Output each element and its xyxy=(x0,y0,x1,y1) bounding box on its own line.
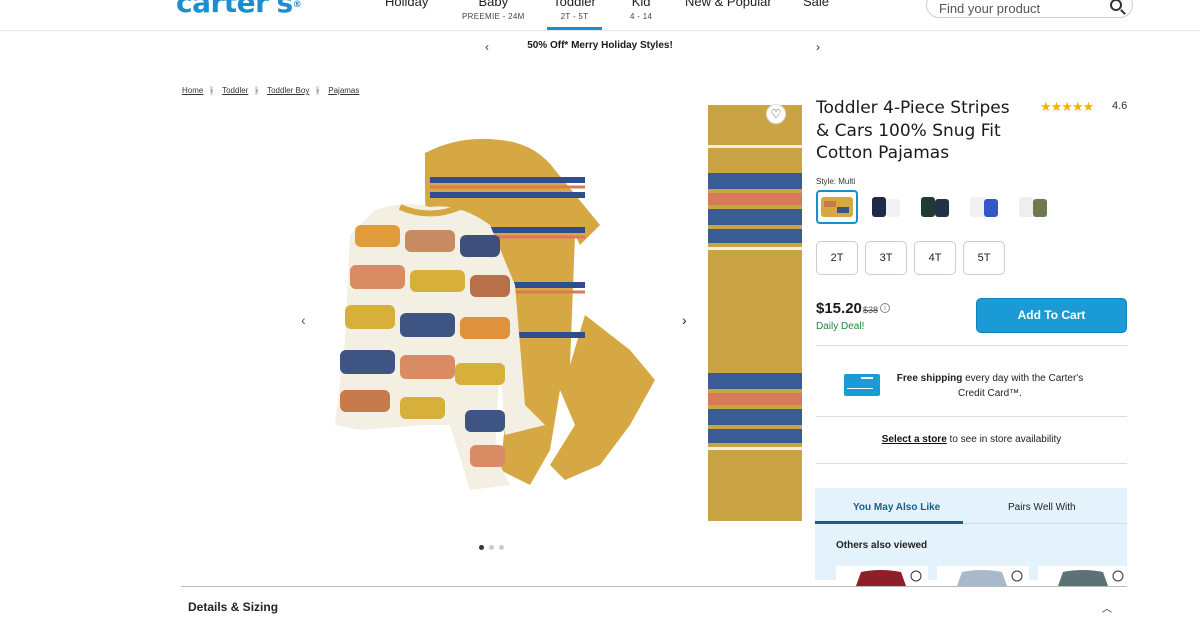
add-to-cart-button[interactable]: Add To Cart xyxy=(976,298,1127,333)
carters-logo[interactable]: carter's® xyxy=(176,0,302,19)
others-also-viewed-heading: Others also viewed xyxy=(836,540,928,551)
rating-stars-icon[interactable]: ★★★★★ xyxy=(1040,99,1094,115)
swatch-dark-green[interactable] xyxy=(914,190,956,224)
nav-baby[interactable]: Baby PREEMIE - 24M xyxy=(462,0,525,21)
carousel-dot[interactable] xyxy=(479,545,484,550)
divider xyxy=(816,463,1127,464)
nav-new-popular[interactable]: New & Popular xyxy=(685,0,772,9)
favorite-heart-icon[interactable]: ♡ xyxy=(766,104,786,124)
sale-price: $15.20 xyxy=(816,300,862,317)
divider xyxy=(816,416,1127,417)
swatch-multi-cars[interactable] xyxy=(816,190,858,224)
breadcrumb: Home › Toddler › Toddler Boy › Pajamas xyxy=(182,86,360,95)
swatch-navy[interactable] xyxy=(865,190,907,224)
info-icon[interactable]: i xyxy=(880,303,890,313)
nav-sale[interactable]: Sale xyxy=(803,0,829,9)
product-alt-image[interactable] xyxy=(708,105,802,521)
active-tab-indicator xyxy=(815,521,963,524)
tab-you-may-also-like[interactable]: You May Also Like xyxy=(853,502,940,513)
credit-card-icon xyxy=(844,374,880,396)
promo-next-icon[interactable]: › xyxy=(816,40,820,54)
search-icon[interactable] xyxy=(1110,0,1122,11)
recommended-product-card[interactable] xyxy=(1038,566,1127,586)
nav-toddler[interactable]: Toddler 2T - 5T xyxy=(547,0,602,30)
free-shipping-message: Free shipping every day with the Carter'… xyxy=(896,373,1084,399)
store-availability: Select a store to see in store availabil… xyxy=(881,434,1062,445)
size-option-2t[interactable]: 2T xyxy=(816,241,858,275)
carousel-dot[interactable] xyxy=(499,545,504,550)
nav-kid[interactable]: Kid 4 - 14 xyxy=(630,0,652,21)
recommended-product-card[interactable] xyxy=(836,566,928,586)
breadcrumb-home[interactable]: Home xyxy=(182,86,203,95)
size-option-4t[interactable]: 4T xyxy=(914,241,956,275)
select-store-link[interactable]: Select a store xyxy=(882,434,947,445)
recommended-product-card[interactable] xyxy=(937,566,1029,586)
size-option-3t[interactable]: 3T xyxy=(865,241,907,275)
chevron-up-icon[interactable]: ︿ xyxy=(1102,600,1112,615)
nav-holiday[interactable]: Holiday xyxy=(385,0,428,9)
size-option-5t[interactable]: 5T xyxy=(963,241,1005,275)
product-main-image[interactable] xyxy=(330,135,670,490)
style-label: Style: Multi xyxy=(816,177,856,186)
daily-deal-badge: Daily Deal! xyxy=(816,321,865,332)
original-price: $38 xyxy=(863,305,879,315)
breadcrumb-pajamas[interactable]: Pajamas xyxy=(328,86,359,95)
swatch-camo[interactable] xyxy=(1012,190,1054,224)
header-divider xyxy=(0,30,1200,31)
details-sizing-heading[interactable]: Details & Sizing xyxy=(188,600,278,614)
breadcrumb-toddler-boy[interactable]: Toddler Boy xyxy=(267,86,309,95)
carousel-dots[interactable] xyxy=(479,545,504,550)
promo-banner[interactable]: 50% Off* Merry Holiday Styles! xyxy=(0,40,1200,51)
tab-divider xyxy=(963,523,1127,524)
breadcrumb-toddler[interactable]: Toddler xyxy=(222,86,248,95)
carousel-next-icon[interactable]: › xyxy=(682,312,687,328)
rating-value[interactable]: 4.6 xyxy=(1112,100,1127,112)
carousel-dot[interactable] xyxy=(489,545,494,550)
swatch-blue[interactable] xyxy=(963,190,1005,224)
search-input[interactable]: Find your product xyxy=(926,0,1133,18)
details-divider xyxy=(181,586,1127,587)
carousel-prev-icon[interactable]: ‹ xyxy=(301,312,306,328)
divider xyxy=(816,345,1127,346)
product-title: Toddler 4-Piece Stripes & Cars 100% Snug… xyxy=(816,98,1010,163)
tab-pairs-well-with[interactable]: Pairs Well With xyxy=(1008,502,1076,513)
